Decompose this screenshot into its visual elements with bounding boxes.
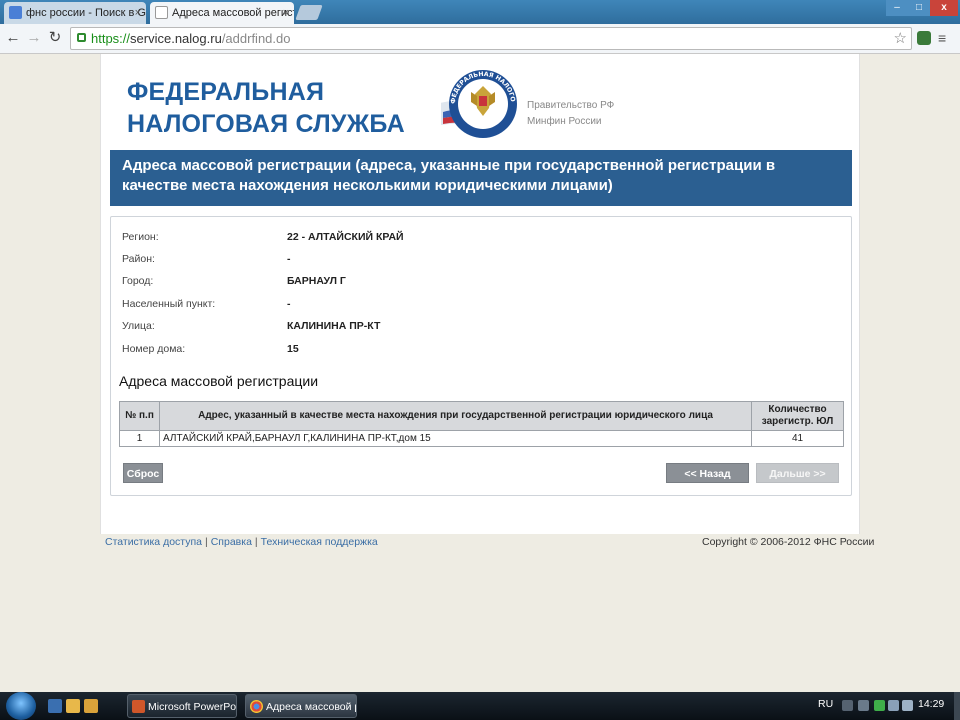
- address-bar[interactable]: https://service.nalog.ru/addrfind.do ☆: [70, 27, 912, 50]
- column-header: № п.п: [119, 401, 160, 431]
- clock[interactable]: 14:29: [918, 698, 944, 710]
- field-label: Город:: [122, 275, 154, 287]
- separator: |: [254, 536, 258, 548]
- logo-line2: НАЛОГОВАЯ СЛУЖБА: [127, 110, 405, 138]
- statistics-link[interactable]: Статистика доступа: [105, 536, 202, 548]
- media-player-icon[interactable]: [84, 699, 98, 713]
- results-table: № п.п Адрес, указанный в качестве места …: [119, 401, 844, 447]
- taskbar-chrome[interactable]: Адреса массовой р...: [245, 694, 357, 718]
- chrome-icon: [250, 700, 263, 713]
- maximize-button[interactable]: □: [908, 0, 930, 16]
- tray-app-icon[interactable]: [858, 700, 869, 711]
- taskbar-powerpoint[interactable]: Microsoft PowerPoi...: [127, 694, 237, 718]
- tab-label: фнс россии - Поиск в Go: [26, 7, 146, 19]
- tray-arrow-icon[interactable]: [842, 700, 853, 711]
- field-label: Район:: [122, 253, 155, 265]
- show-desktop-icon[interactable]: [48, 699, 62, 713]
- logo-line1: ФЕДЕРАЛЬНАЯ: [127, 78, 325, 106]
- field-value: -: [287, 298, 291, 310]
- windows-taskbar: Microsoft PowerPoi... Адреса массовой р.…: [0, 692, 960, 720]
- start-button[interactable]: [6, 692, 36, 720]
- browser-toolbar: ← → ↻ https://service.nalog.ru/addrfind.…: [0, 24, 960, 54]
- field-value: КАЛИНИНА ПР-КТ: [287, 320, 381, 332]
- support-link[interactable]: Техническая поддержка: [261, 536, 378, 548]
- back-button[interactable]: << Назад: [666, 463, 749, 483]
- tab-label: Адреса массовой регистр: [172, 7, 294, 19]
- tab-search[interactable]: фнс россии - Поиск в Go ×: [4, 2, 146, 24]
- powerpoint-icon: [132, 700, 145, 713]
- close-icon[interactable]: ×: [135, 2, 141, 24]
- close-window-button[interactable]: x: [930, 0, 958, 16]
- next-button[interactable]: Дальше >>: [756, 463, 839, 483]
- copyright: Copyright © 2006-2012 ФНС России: [702, 536, 875, 548]
- page-title: Адреса массовой регистрации (адреса, ука…: [122, 157, 776, 194]
- field-value: БАРНАУЛ Г: [287, 275, 346, 287]
- footer-links: Статистика доступа | Справка | Техническая п…: [105, 536, 378, 548]
- close-icon[interactable]: ×: [283, 2, 289, 24]
- lock-icon: [77, 33, 86, 42]
- tray-security-icon[interactable]: [874, 700, 885, 711]
- tab-addresses[interactable]: Адреса массовой регистр ×: [150, 2, 294, 24]
- field-label: Улица:: [122, 320, 155, 332]
- extension-icon[interactable]: [917, 31, 931, 45]
- volume-icon[interactable]: [902, 700, 913, 711]
- column-header: Адрес, указанный в качестве места нахожд…: [159, 401, 752, 431]
- field-label: Номер дома:: [122, 343, 186, 355]
- language-indicator[interactable]: RU: [818, 698, 833, 710]
- page-container: ФЕДЕРАЛЬНАЯ НАЛОГОВАЯ СЛУЖБА ФЕДЕРАЛЬНАЯ…: [100, 54, 860, 534]
- bookmark-star-icon[interactable]: ☆: [894, 29, 907, 47]
- help-link[interactable]: Справка: [211, 536, 252, 548]
- explorer-icon[interactable]: [66, 699, 80, 713]
- minimize-button[interactable]: –: [886, 0, 908, 16]
- network-icon[interactable]: [888, 700, 899, 711]
- back-arrow-icon[interactable]: ←: [4, 29, 22, 47]
- field-value: 15: [287, 343, 299, 355]
- fns-emblem-icon: ФЕДЕРАЛЬНАЯ НАЛОГОВАЯ СЛУЖБА: [441, 66, 517, 138]
- results-title: Адреса массовой регистрации: [119, 373, 319, 389]
- row-number: 1: [119, 430, 160, 447]
- column-header: Количество зарегистр. ЮЛ: [751, 401, 844, 431]
- field-value: -: [287, 253, 291, 265]
- browser-tab-bar: фнс россии - Поиск в Go × Адреса массово…: [0, 0, 960, 24]
- site-logo[interactable]: ФЕДЕРАЛЬНАЯ НАЛОГОВАЯ СЛУЖБА: [127, 76, 405, 140]
- task-label: Microsoft PowerPoi...: [148, 701, 237, 713]
- search-results-box: Регион: 22 - АЛТАЙСКИЙ КРАЙ Район: - Гор…: [110, 216, 852, 496]
- task-label: Адреса массовой р...: [266, 701, 356, 713]
- side-links: Правительство РФ Минфин России: [527, 98, 614, 130]
- field-value: 22 - АЛТАЙСКИЙ КРАЙ: [287, 231, 404, 243]
- field-label: Регион:: [122, 231, 159, 243]
- reset-button[interactable]: Сброс: [123, 463, 163, 483]
- reload-icon[interactable]: ↻: [46, 29, 64, 47]
- forward-arrow-icon[interactable]: →: [25, 29, 43, 47]
- url-text: https://service.nalog.ru/addrfind.do: [91, 31, 291, 46]
- table-header-row: № п.п Адрес, указанный в качестве места …: [119, 401, 844, 431]
- new-tab-button[interactable]: [295, 5, 323, 20]
- google-icon: [9, 6, 22, 19]
- menu-icon[interactable]: ≡: [938, 30, 946, 46]
- table-row: 1 АЛТАЙСКИЙ КРАЙ,БАРНАУЛ Г,КАЛИНИНА ПР-К…: [119, 430, 844, 447]
- page-icon: [155, 6, 168, 19]
- government-link[interactable]: Правительство РФ: [527, 98, 614, 114]
- minfin-link[interactable]: Минфин России: [527, 114, 614, 130]
- separator: |: [204, 536, 208, 548]
- page-title-banner: Адреса массовой регистрации (адреса, ука…: [110, 150, 852, 206]
- row-address: АЛТАЙСКИЙ КРАЙ,БАРНАУЛ Г,КАЛИНИНА ПР-КТ,…: [159, 430, 752, 447]
- row-count: 41: [751, 430, 844, 447]
- show-desktop-button[interactable]: [954, 692, 960, 720]
- field-label: Населенный пункт:: [122, 298, 216, 310]
